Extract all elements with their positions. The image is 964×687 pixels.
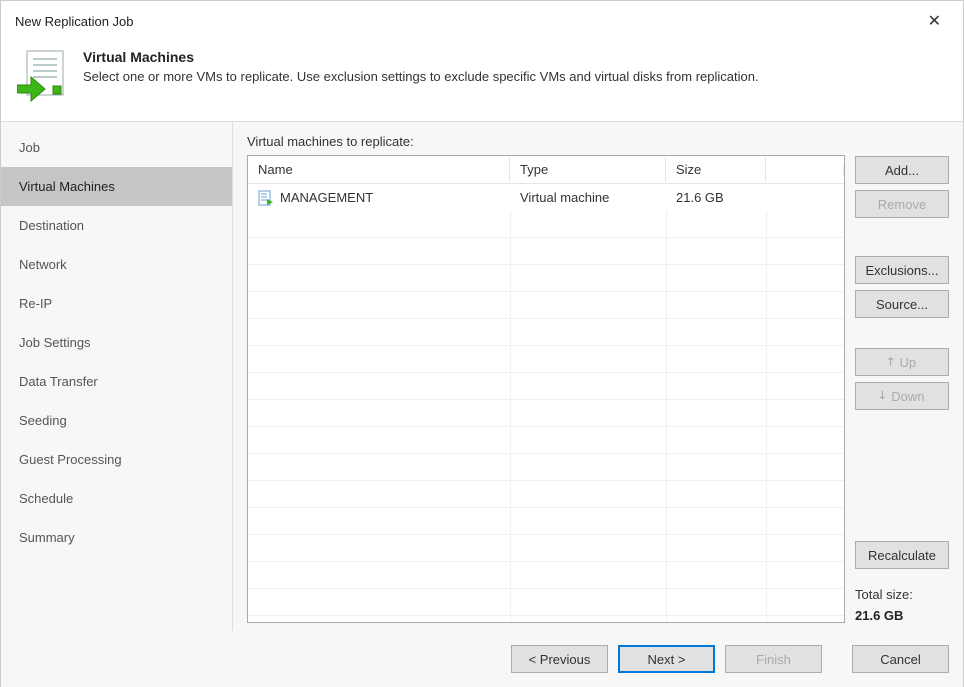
table-label: Virtual machines to replicate: xyxy=(247,134,845,149)
recalculate-button[interactable]: Recalculate xyxy=(855,541,949,569)
sidebar-item-data-transfer[interactable]: Data Transfer xyxy=(1,362,232,401)
column-header-type[interactable]: Type xyxy=(510,157,666,182)
table-row[interactable]: MANAGEMENT Virtual machine 21.6 GB xyxy=(248,184,844,211)
up-button-label: Up xyxy=(900,355,917,370)
sidebar-item-destination[interactable]: Destination xyxy=(1,206,232,245)
down-button: 🡓 Down xyxy=(855,382,949,410)
page-title: Virtual Machines xyxy=(83,49,759,65)
sidebar-item-job[interactable]: Job xyxy=(1,128,232,167)
down-button-label: Down xyxy=(891,389,924,404)
total-size-label: Total size: xyxy=(855,587,949,602)
sidebar-item-re-ip[interactable]: Re-IP xyxy=(1,284,232,323)
window-title: New Replication Job xyxy=(15,14,134,29)
column-header-extra xyxy=(766,165,844,175)
vm-icon xyxy=(258,190,274,206)
sidebar-item-job-settings[interactable]: Job Settings xyxy=(1,323,232,362)
wizard-page-icon xyxy=(17,49,65,105)
finish-button: Finish xyxy=(725,645,822,673)
column-header-size[interactable]: Size xyxy=(666,157,766,182)
header-text: Virtual Machines Select one or more VMs … xyxy=(83,49,759,84)
total-size-value: 21.6 GB xyxy=(855,608,949,623)
sidebar-item-virtual-machines[interactable]: Virtual Machines xyxy=(1,167,232,206)
side-buttons: Add... Remove Exclusions... Source... 🡑 … xyxy=(855,134,949,623)
titlebar: New Replication Job ✕ xyxy=(1,1,963,39)
previous-button[interactable]: < Previous xyxy=(511,645,608,673)
cell-size: 21.6 GB xyxy=(666,186,766,209)
next-button[interactable]: Next > xyxy=(618,645,715,673)
arrow-down-icon: 🡓 xyxy=(880,387,886,406)
sidebar-item-summary[interactable]: Summary xyxy=(1,518,232,557)
sidebar-item-network[interactable]: Network xyxy=(1,245,232,284)
page-subtitle: Select one or more VMs to replicate. Use… xyxy=(83,69,759,84)
add-button[interactable]: Add... xyxy=(855,156,949,184)
table-area: Virtual machines to replicate: Name Type… xyxy=(247,134,845,623)
cancel-button[interactable]: Cancel xyxy=(852,645,949,673)
close-icon[interactable]: ✕ xyxy=(920,9,949,33)
exclusions-button[interactable]: Exclusions... xyxy=(855,256,949,284)
vm-table-body: MANAGEMENT Virtual machine 21.6 GB xyxy=(248,184,844,622)
up-button: 🡑 Up xyxy=(855,348,949,376)
arrow-up-icon: 🡑 xyxy=(888,353,894,372)
remove-button: Remove xyxy=(855,190,949,218)
vm-table-header: Name Type Size xyxy=(248,156,844,184)
sidebar-item-schedule[interactable]: Schedule xyxy=(1,479,232,518)
footer: < Previous Next > Finish Cancel xyxy=(1,631,963,687)
header-section: Virtual Machines Select one or more VMs … xyxy=(1,39,963,121)
wizard-sidebar: Job Virtual Machines Destination Network… xyxy=(1,122,233,631)
body-section: Job Virtual Machines Destination Network… xyxy=(1,121,963,631)
cell-name-text: MANAGEMENT xyxy=(280,190,373,205)
main-panel: Virtual machines to replicate: Name Type… xyxy=(233,122,963,631)
source-button[interactable]: Source... xyxy=(855,290,949,318)
cell-type: Virtual machine xyxy=(510,186,666,209)
sidebar-item-guest-processing[interactable]: Guest Processing xyxy=(1,440,232,479)
column-header-name[interactable]: Name xyxy=(248,157,510,182)
vm-table[interactable]: Name Type Size xyxy=(247,155,845,623)
cell-name: MANAGEMENT xyxy=(248,186,510,210)
sidebar-item-seeding[interactable]: Seeding xyxy=(1,401,232,440)
